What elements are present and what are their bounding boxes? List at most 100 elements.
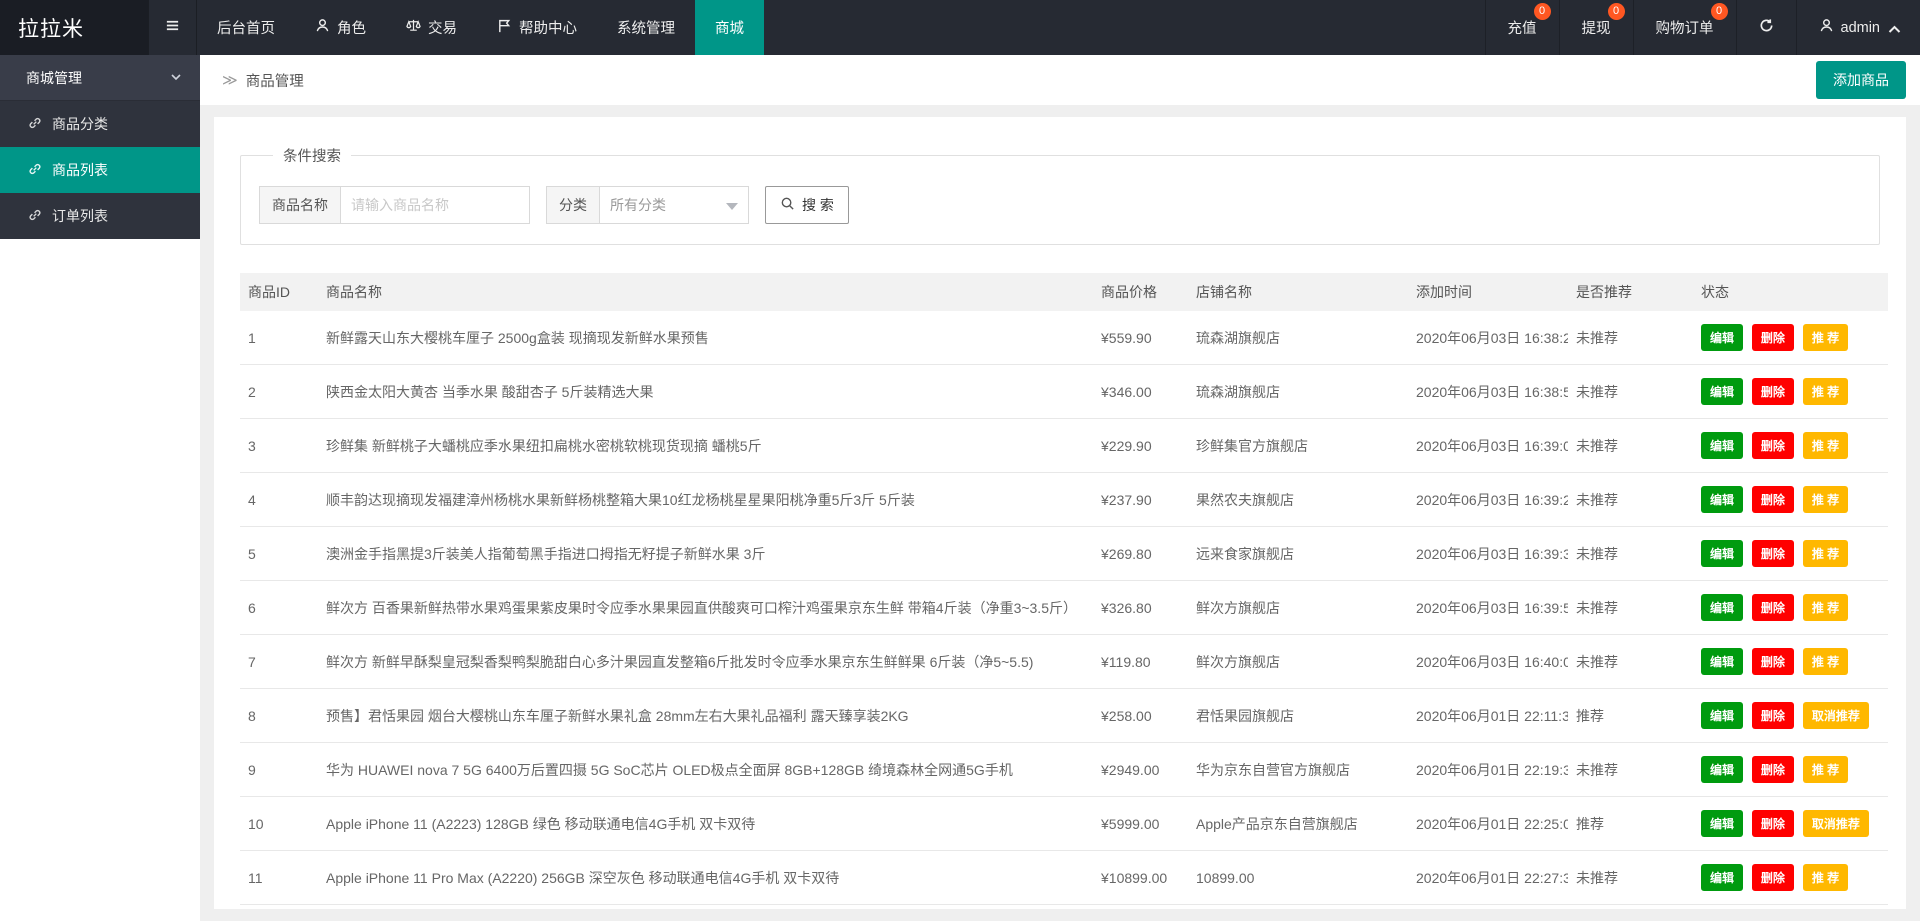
created-time: 2020年06月03日 16:38:54 (1408, 365, 1568, 419)
shopping-orders-button[interactable]: 购物订单 0 (1633, 0, 1736, 55)
row-actions: 编辑 删除 推 荐 (1693, 851, 1888, 905)
edit-button[interactable]: 编辑 (1701, 432, 1743, 459)
recommend-button[interactable]: 推 荐 (1803, 756, 1848, 783)
edit-button[interactable]: 编辑 (1701, 756, 1743, 783)
user-menu[interactable]: admin (1796, 0, 1920, 55)
delete-button[interactable]: 删除 (1752, 432, 1794, 459)
product-price: ¥237.90 (1093, 473, 1188, 527)
row-actions: 编辑 删除 取消推荐 (1693, 689, 1888, 743)
product-price: ¥326.80 (1093, 581, 1188, 635)
col-product-price: 商品价格 (1093, 273, 1188, 311)
nav-item-system[interactable]: 系统管理 (597, 0, 695, 55)
col-status: 状态 (1693, 273, 1888, 311)
edit-button[interactable]: 编辑 (1701, 486, 1743, 513)
table-row: 4 顺丰韵达现摘现发福建漳州杨桃水果新鲜杨桃整箱大果10红龙杨桃星星果阳桃净重5… (240, 473, 1888, 527)
recommend-button[interactable]: 推 荐 (1803, 378, 1848, 405)
delete-button[interactable]: 删除 (1752, 378, 1794, 405)
delete-button[interactable]: 删除 (1752, 594, 1794, 621)
sidebar-item-product-list[interactable]: 商品列表 (0, 147, 200, 193)
edit-button[interactable]: 编辑 (1701, 810, 1743, 837)
recommend-button[interactable]: 推 荐 (1803, 486, 1848, 513)
row-actions: 编辑 删除 取消推荐 (1693, 797, 1888, 851)
table-row: 10 Apple iPhone 11 (A2223) 128GB 绿色 移动联通… (240, 797, 1888, 851)
sidebar-item-product-categories[interactable]: 商品分类 (0, 101, 200, 147)
table-row: 8 预售】君恬果园 烟台大樱桃山东车厘子新鲜水果礼盒 28mm左右大果礼品福利 … (240, 689, 1888, 743)
search-button[interactable]: 搜 索 (765, 186, 849, 224)
created-time: 2020年06月01日 22:19:38 (1408, 743, 1568, 797)
delete-button[interactable]: 删除 (1752, 810, 1794, 837)
recommend-button[interactable]: 推 荐 (1803, 540, 1848, 567)
nav-item-roles[interactable]: 角色 (295, 0, 386, 55)
store-name: Apple产品京东自营旗舰店 (1188, 797, 1408, 851)
product-id: 4 (240, 473, 318, 527)
withdraw-button[interactable]: 提现 0 (1559, 0, 1633, 55)
cancel-recommend-button[interactable]: 取消推荐 (1803, 702, 1869, 729)
chevron-down-icon (170, 70, 182, 86)
edit-button[interactable]: 编辑 (1701, 702, 1743, 729)
category-select[interactable]: 所有分类 (599, 186, 749, 224)
sidebar-item-order-list[interactable]: 订单列表 (0, 193, 200, 239)
store-name: 华为京东自营官方旗舰店 (1188, 743, 1408, 797)
product-id: 5 (240, 527, 318, 581)
admin-user-icon (1819, 18, 1834, 37)
created-time: 2020年06月02日 10:51:53 (1408, 905, 1568, 910)
delete-button[interactable]: 删除 (1752, 864, 1794, 891)
recommend-button[interactable]: 推 荐 (1803, 864, 1848, 891)
add-product-button[interactable]: 添加商品 (1816, 61, 1906, 99)
col-recommended: 是否推荐 (1568, 273, 1693, 311)
edit-button[interactable]: 编辑 (1701, 648, 1743, 675)
table-header-row: 商品ID 商品名称 商品价格 店铺名称 添加时间 是否推荐 状态 (240, 273, 1888, 311)
delete-button[interactable]: 删除 (1752, 540, 1794, 567)
product-price: ¥5999.00 (1093, 797, 1188, 851)
edit-button[interactable]: 编辑 (1701, 378, 1743, 405)
delete-button[interactable]: 删除 (1752, 756, 1794, 783)
recommend-status: 未推荐 (1568, 905, 1693, 910)
flag-icon (497, 18, 512, 37)
delete-button[interactable]: 删除 (1752, 486, 1794, 513)
table-row: 1 新鲜露天山东大樱桃车厘子 2500g盒装 现摘现发新鲜水果预售 ¥559.9… (240, 311, 1888, 365)
table-row: 12 Apple iPhone XR (A2108) 128GB 黑色 移动联通… (240, 905, 1888, 910)
nav-item-mall[interactable]: 商城 (695, 0, 764, 55)
edit-button[interactable]: 编辑 (1701, 324, 1743, 351)
recommend-status: 未推荐 (1568, 581, 1693, 635)
collapse-menu-button[interactable] (148, 0, 197, 55)
delete-button[interactable]: 删除 (1752, 324, 1794, 351)
search-form: 商品名称 分类 所有分类 搜 索 (259, 186, 1861, 224)
recommend-status: 未推荐 (1568, 743, 1693, 797)
sidebar-group-mall-management[interactable]: 商城管理 (0, 55, 200, 101)
recommend-status: 未推荐 (1568, 365, 1693, 419)
product-name-group: 商品名称 (259, 186, 530, 224)
nav-item-trade[interactable]: 交易 (386, 0, 477, 55)
product-name: 预售】君恬果园 烟台大樱桃山东车厘子新鲜水果礼盒 28mm左右大果礼品福利 露天… (318, 689, 1093, 743)
store-name: 远来食家旗舰店 (1188, 527, 1408, 581)
nav-item-help-center[interactable]: 帮助中心 (477, 0, 597, 55)
recommend-button[interactable]: 推 荐 (1803, 324, 1848, 351)
recommend-button[interactable]: 推 荐 (1803, 594, 1848, 621)
edit-button[interactable]: 编辑 (1701, 540, 1743, 567)
category-selected-value: 所有分类 (610, 195, 666, 215)
product-name: 新鲜露天山东大樱桃车厘子 2500g盒装 现摘现发新鲜水果预售 (318, 311, 1093, 365)
recommend-status: 推荐 (1568, 689, 1693, 743)
recommend-button[interactable]: 推 荐 (1803, 648, 1848, 675)
product-id: 7 (240, 635, 318, 689)
row-actions: 编辑 删除 推 荐 (1693, 473, 1888, 527)
product-name-input[interactable] (340, 186, 530, 224)
delete-button[interactable]: 删除 (1752, 702, 1794, 729)
recharge-button[interactable]: 充值 0 (1485, 0, 1559, 55)
recommend-button[interactable]: 推 荐 (1803, 432, 1848, 459)
page-title: 商品管理 (246, 70, 304, 91)
delete-button[interactable]: 删除 (1752, 648, 1794, 675)
nav-item-dashboard[interactable]: 后台首页 (197, 0, 295, 55)
product-id: 8 (240, 689, 318, 743)
col-store-name: 店铺名称 (1188, 273, 1408, 311)
edit-button[interactable]: 编辑 (1701, 594, 1743, 621)
store-name: 琉森湖旗舰店 (1188, 311, 1408, 365)
edit-button[interactable]: 编辑 (1701, 864, 1743, 891)
refresh-button[interactable] (1736, 0, 1796, 55)
created-time: 2020年06月03日 16:40:05 (1408, 635, 1568, 689)
product-name: 鲜次方 百香果新鲜热带水果鸡蛋果紫皮果时令应季水果果园直供酸爽可口榨汁鸡蛋果京东… (318, 581, 1093, 635)
cancel-recommend-button[interactable]: 取消推荐 (1803, 810, 1869, 837)
product-price: ¥258.00 (1093, 689, 1188, 743)
recommend-status: 推荐 (1568, 797, 1693, 851)
created-time: 2020年06月03日 16:39:37 (1408, 527, 1568, 581)
